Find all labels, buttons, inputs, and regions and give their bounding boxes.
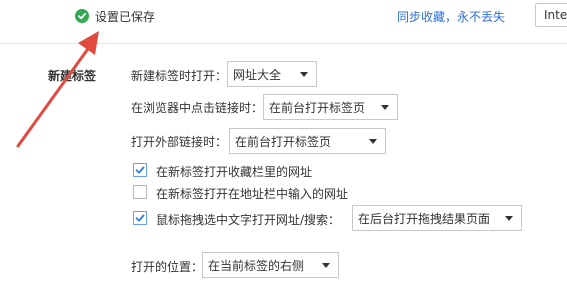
sync-favorites-link[interactable]: 同步收藏，永不丢失 (397, 8, 505, 25)
external-link-value: 在前台打开标签页 (235, 134, 332, 149)
search-input[interactable]: Inte (535, 3, 567, 27)
drag-search-label: 鼠标拖拽选中文字打开网址/搜索： (156, 213, 341, 227)
click-link-select[interactable]: 在前台打开标签页 (263, 94, 398, 120)
top-bar-divider (0, 43, 567, 44)
new-tab-open-label: 新建标签时打开： (131, 69, 228, 83)
checkmark-icon (135, 166, 145, 174)
external-link-label: 打开外部链接时： (131, 135, 228, 149)
new-tab-open-value: 网址大全 (233, 67, 282, 82)
chevron-down-icon (381, 105, 389, 110)
section-title: 新建标签 (48, 69, 97, 83)
address-bar-new-tab-label: 在新标签打开在地址栏中输入的网址 (156, 187, 349, 201)
click-link-label: 在浏览器中点击链接时： (131, 101, 264, 115)
chevron-down-icon (505, 216, 513, 221)
address-bar-new-tab-checkbox[interactable] (133, 185, 147, 199)
external-link-select[interactable]: 在前台打开标签页 (229, 128, 386, 154)
drag-search-checkbox[interactable] (133, 211, 147, 225)
drag-result-value: 在后台打开拖拽结果页面 (358, 211, 491, 226)
position-value: 在当前标签的右侧 (208, 258, 305, 273)
checkmark-icon (135, 214, 145, 222)
chevron-down-icon (300, 72, 308, 77)
position-label: 打开的位置： (131, 260, 204, 274)
check-circle-icon (75, 9, 89, 23)
chevron-down-icon (322, 263, 330, 268)
favorites-new-tab-checkbox[interactable] (133, 163, 147, 177)
favorites-new-tab-label: 在新标签打开收藏栏里的网址 (156, 165, 313, 179)
saved-status: 设置已保存 (75, 7, 155, 25)
saved-text: 设置已保存 (95, 9, 156, 24)
position-select[interactable]: 在当前标签的右侧 (202, 252, 339, 278)
click-link-value: 在前台打开标签页 (269, 100, 366, 115)
new-tab-open-select[interactable]: 网址大全 (227, 61, 317, 87)
chevron-down-icon (369, 139, 377, 144)
drag-result-select[interactable]: 在后台打开拖拽结果页面 (352, 205, 522, 231)
